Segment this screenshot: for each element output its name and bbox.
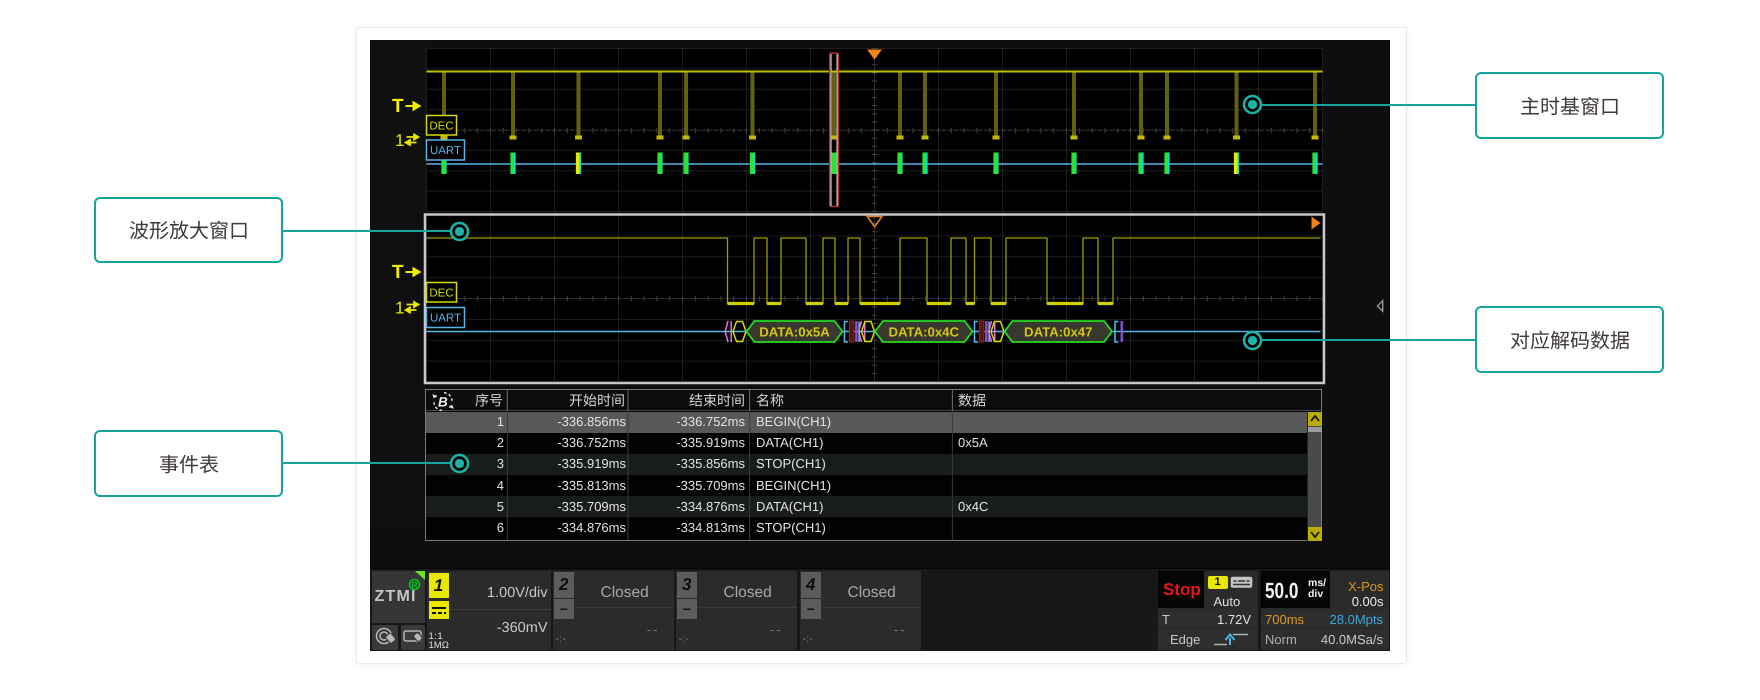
svg-text:DEC: DEC [429, 120, 453, 132]
svg-text:UART: UART [430, 145, 461, 157]
svg-text:UART: UART [430, 313, 461, 325]
svg-text:DATA:0x4C: DATA:0x4C [888, 325, 959, 340]
svg-text:DATA:0x5A: DATA:0x5A [759, 325, 830, 340]
svg-text:T: T [392, 96, 404, 117]
svg-text:DATA:0x47: DATA:0x47 [1024, 325, 1092, 340]
svg-text:1: 1 [395, 131, 404, 150]
svg-text:1: 1 [395, 299, 404, 318]
svg-text:R: R [411, 580, 418, 590]
svg-text:DEC: DEC [429, 287, 453, 299]
svg-text:T: T [392, 262, 404, 283]
